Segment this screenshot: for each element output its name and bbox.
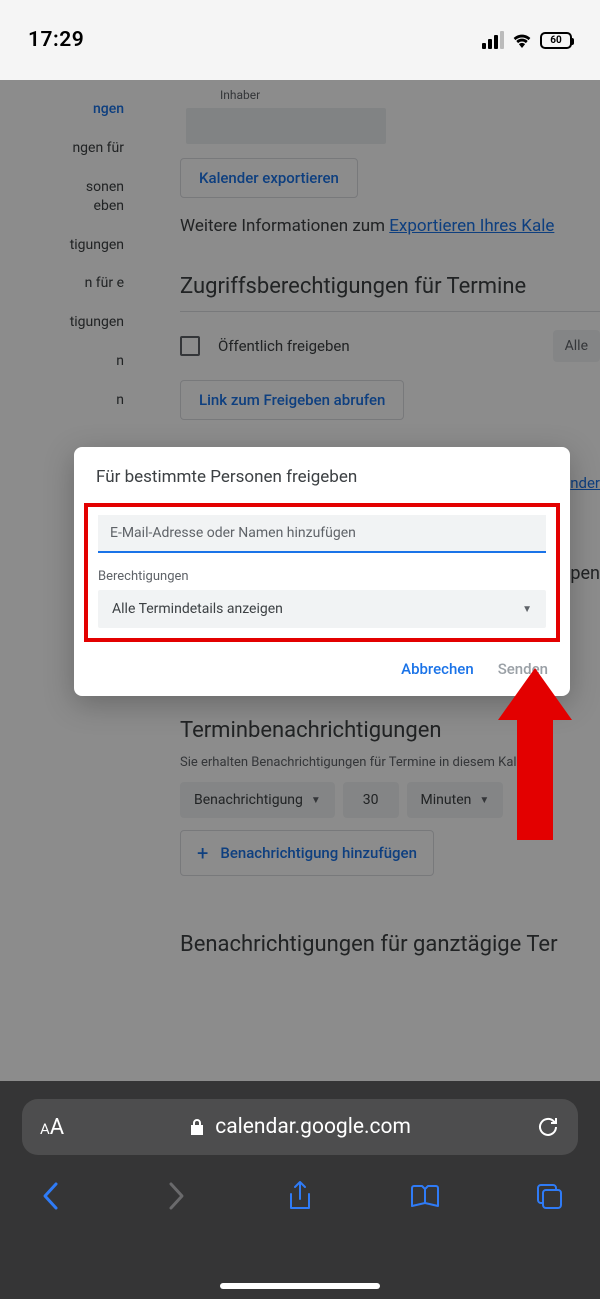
forward-button bbox=[159, 1179, 193, 1213]
chevron-down-icon: ▼ bbox=[522, 604, 532, 615]
email-name-input[interactable]: E-Mail-Adresse oder Namen hinzufügen bbox=[98, 515, 546, 553]
bookmarks-button[interactable] bbox=[408, 1179, 442, 1213]
status-time: 17:29 bbox=[28, 28, 84, 52]
lock-icon bbox=[189, 1117, 205, 1137]
send-button[interactable]: Senden bbox=[498, 660, 548, 678]
annotation-highlight-box: E-Mail-Adresse oder Namen hinzufügen Ber… bbox=[84, 503, 560, 642]
status-bar: 17:29 60 bbox=[0, 0, 600, 80]
dialog-title: Für bestimmte Personen freigeben bbox=[74, 467, 570, 503]
permissions-select[interactable]: Alle Termindetails anzeigen ▼ bbox=[98, 590, 546, 628]
safari-chrome: AA calendar.google.com bbox=[0, 1081, 600, 1299]
status-icons: 60 bbox=[482, 31, 572, 49]
battery-icon: 60 bbox=[540, 32, 572, 49]
address-domain: calendar.google.com bbox=[215, 1115, 411, 1139]
wifi-icon bbox=[511, 32, 533, 48]
permissions-label: Berechtigungen bbox=[98, 569, 546, 584]
reader-button[interactable]: AA bbox=[40, 1115, 64, 1140]
share-button[interactable] bbox=[283, 1179, 317, 1213]
tabs-button[interactable] bbox=[532, 1179, 566, 1213]
reload-icon[interactable] bbox=[536, 1115, 560, 1139]
home-indicator[interactable] bbox=[220, 1283, 380, 1289]
cellular-icon bbox=[482, 31, 504, 49]
cancel-button[interactable]: Abbrechen bbox=[401, 660, 474, 678]
back-button[interactable] bbox=[34, 1179, 68, 1213]
address-bar[interactable]: AA calendar.google.com bbox=[22, 1099, 578, 1155]
share-people-dialog: Für bestimmte Personen freigeben E-Mail-… bbox=[74, 447, 570, 696]
